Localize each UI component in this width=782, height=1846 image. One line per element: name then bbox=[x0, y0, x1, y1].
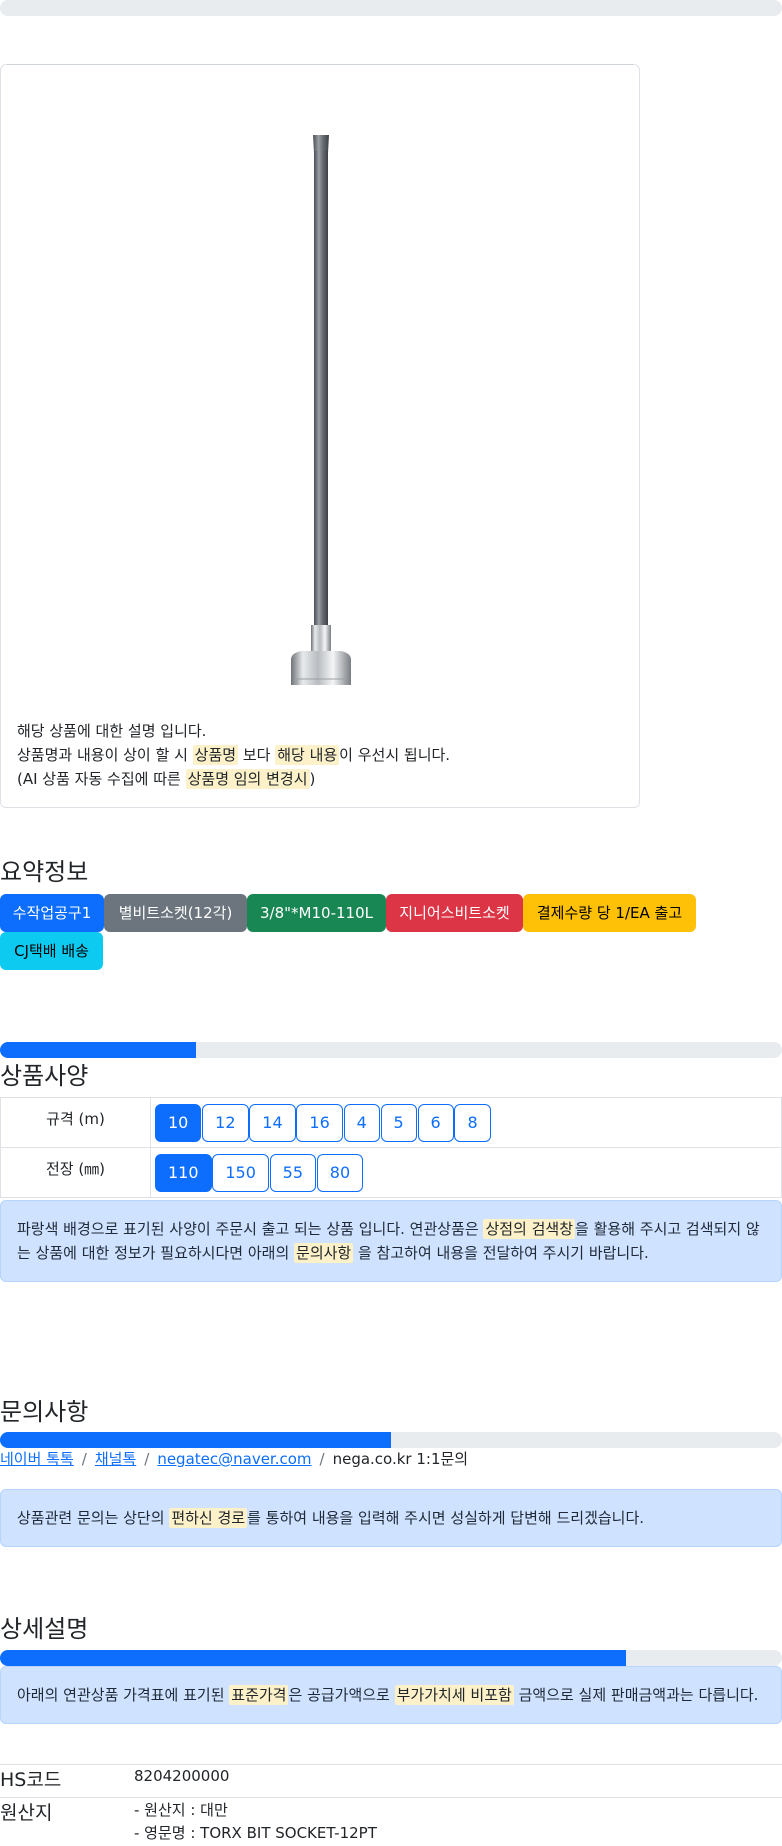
origin-country: - 원산지 : 대만 bbox=[134, 1801, 228, 1819]
origin-english-name: - 영문명 : TORX BIT SOCKET-12PT bbox=[134, 1824, 377, 1842]
spec-row-length: 전장 (㎜) 110 150 55 80 bbox=[0, 1147, 782, 1198]
detail-notice: 아래의 연관상품 가격표에 표기된 표준가격 은 공급가액으로 부가가치세 비포함… bbox=[0, 1666, 782, 1724]
spec-title: 상품사양 bbox=[0, 1062, 89, 1090]
spec-label-size: 규격 (m) bbox=[0, 1097, 151, 1148]
option-length-150[interactable]: 150 bbox=[212, 1153, 269, 1192]
card-divider bbox=[7, 64, 633, 65]
spec-table: 규격 (m) 10 12 14 16 4 5 6 8 전장 (㎜) 110 15… bbox=[0, 1097, 782, 1198]
spec-progress-bar bbox=[0, 1042, 782, 1058]
badge-brand: 지니어스비트소켓 bbox=[386, 894, 523, 932]
option-length-110[interactable]: 110 bbox=[155, 1153, 212, 1192]
option-size-12[interactable]: 12 bbox=[202, 1103, 249, 1142]
description-line-1: 해당 상품에 대한 설명 입니다. bbox=[17, 722, 207, 740]
product-card: 해당 상품에 대한 설명 입니다. 상품명과 내용이 상이 할 시 상품명 보다… bbox=[0, 64, 640, 808]
highlight-content: 해당 내용 bbox=[275, 745, 340, 765]
option-size-16[interactable]: 16 bbox=[296, 1103, 343, 1142]
detail-divider-1 bbox=[0, 1764, 782, 1765]
inquiry-progress-bar bbox=[0, 1432, 782, 1448]
description-line-3: (AI 상품 자동 수집에 따른 상품명 임의 변경시) bbox=[17, 769, 316, 789]
option-length-55[interactable]: 55 bbox=[269, 1153, 317, 1192]
badge-category: 수작업공구1 bbox=[0, 894, 104, 932]
channeltalk-link[interactable]: 채널톡 bbox=[95, 1450, 136, 1468]
highlight-name-change: 상품명 임의 변경시 bbox=[185, 769, 310, 789]
option-size-14[interactable]: 14 bbox=[249, 1103, 296, 1142]
spec-options-size: 10 12 14 16 4 5 6 8 bbox=[150, 1097, 782, 1148]
spec-notice: 파랑색 배경으로 표기된 사양이 주문시 출고 되는 상품 입니다. 연관상품은… bbox=[0, 1200, 782, 1282]
badge-size: 3/8"*M10-110L bbox=[247, 894, 386, 932]
inquiry-links: 네이버 톡톡 / 채널톡 / negatec@naver.com / nega.co.kr … bbox=[0, 1450, 469, 1468]
origin-label: 원산지 bbox=[0, 1802, 53, 1824]
hs-code-value: 8204200000 bbox=[134, 1767, 230, 1785]
option-size-4[interactable]: 4 bbox=[343, 1103, 380, 1142]
highlight-vat: 부가가치세 비포함 bbox=[394, 1685, 514, 1705]
product-image bbox=[291, 135, 351, 685]
inquiry-title: 문의사항 bbox=[0, 1398, 89, 1426]
email-link[interactable]: negatec@naver.com bbox=[157, 1450, 311, 1468]
badge-quantity: 결제수량 당 1/EA 출고 bbox=[523, 894, 696, 932]
detail-progress-bar bbox=[0, 1650, 782, 1666]
inquiry-notice: 상품관련 문의는 상단의 편하신 경로 를 통하여 내용을 입력해 주시면 성실하… bbox=[0, 1489, 782, 1547]
option-length-80[interactable]: 80 bbox=[316, 1153, 364, 1192]
option-size-5[interactable]: 5 bbox=[380, 1103, 417, 1142]
highlight-standard-price: 표준가격 bbox=[229, 1685, 289, 1705]
inquiry-progress-fill bbox=[0, 1432, 391, 1448]
summary-title: 요약정보 bbox=[0, 858, 89, 886]
detail-progress-fill bbox=[0, 1650, 626, 1666]
product-description: 해당 상품에 대한 설명 입니다. 상품명과 내용이 상이 할 시 상품명 보다… bbox=[17, 719, 450, 791]
option-size-8[interactable]: 8 bbox=[454, 1103, 491, 1142]
option-size-10[interactable]: 10 bbox=[155, 1103, 202, 1142]
highlight-route: 편하신 경로 bbox=[169, 1508, 248, 1528]
origin-value: - 원산지 : 대만 - 영문명 : TORX BIT SOCKET-12PT bbox=[134, 1799, 377, 1845]
detail-divider-2 bbox=[0, 1797, 782, 1798]
badge-shipping: CJ택배 배송 bbox=[0, 932, 103, 970]
top-progress-bar bbox=[0, 0, 782, 16]
site-inquiry-text: nega.co.kr 1:1문의 bbox=[332, 1450, 469, 1468]
hs-code-label: HS코드 bbox=[0, 1769, 62, 1791]
highlight-product-name: 상품명 bbox=[192, 745, 239, 765]
spec-options-length: 110 150 55 80 bbox=[150, 1147, 782, 1198]
detail-title: 상세설명 bbox=[0, 1615, 89, 1643]
spec-label-length: 전장 (㎜) bbox=[0, 1147, 151, 1198]
option-size-6[interactable]: 6 bbox=[417, 1103, 454, 1142]
description-line-2: 상품명과 내용이 상이 할 시 상품명 보다 해당 내용 이 우선시 됩니다. bbox=[17, 745, 451, 765]
naver-talktalk-link[interactable]: 네이버 톡톡 bbox=[0, 1450, 74, 1468]
highlight-search: 상점의 검색창 bbox=[483, 1219, 576, 1239]
highlight-inquiry: 문의사항 bbox=[294, 1243, 354, 1263]
badge-type: 별비트소켓(12각) bbox=[104, 894, 247, 932]
spec-row-size: 규격 (m) 10 12 14 16 4 5 6 8 bbox=[0, 1097, 782, 1148]
